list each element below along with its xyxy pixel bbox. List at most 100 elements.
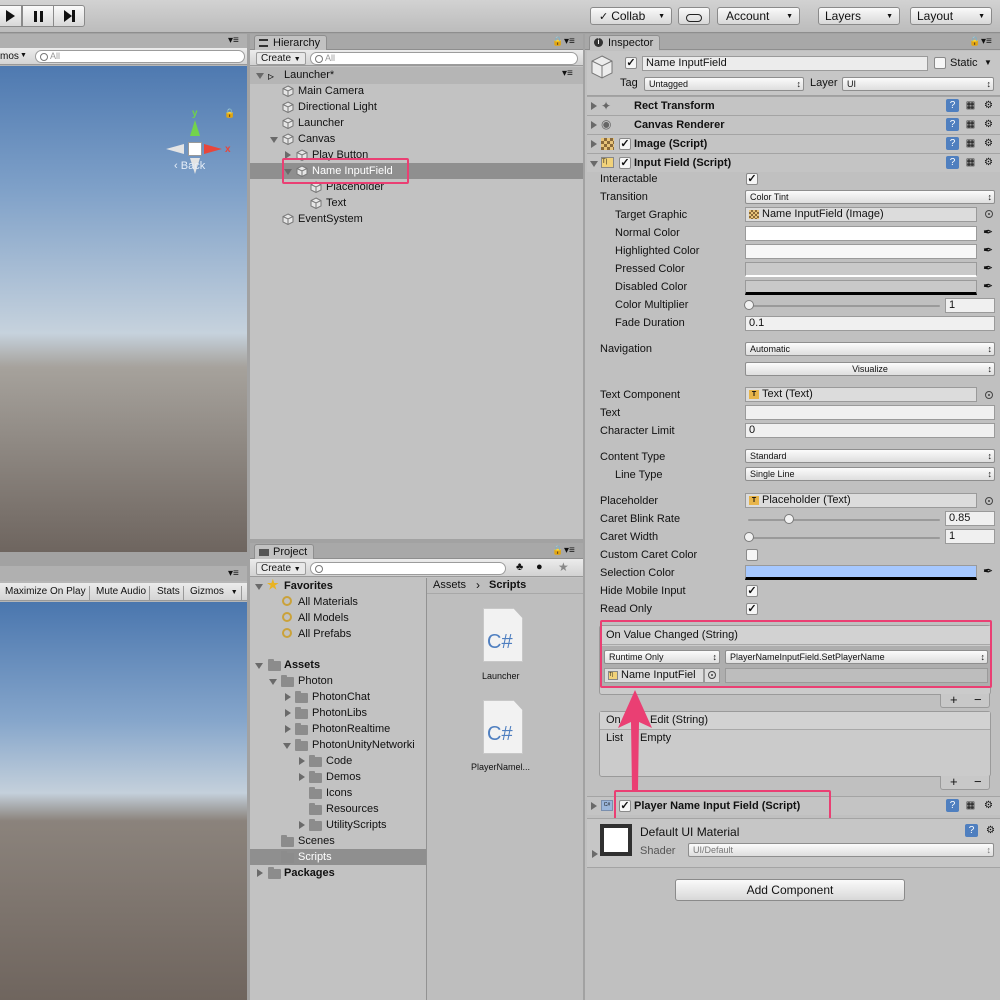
layers-button[interactable]: Layers ▼ [818, 7, 900, 25]
hierarchy-item-launcher[interactable]: Launcher [250, 115, 583, 131]
folder-photon[interactable]: Photon [250, 673, 426, 689]
expand-arrow-icon[interactable] [591, 121, 597, 129]
lock-icon[interactable]: 🔒 [552, 36, 563, 47]
object-picker-icon[interactable] [985, 497, 993, 505]
content-type-dropdown[interactable]: Standard [745, 449, 995, 463]
cloud-button[interactable] [678, 7, 710, 25]
mute-audio-toggle[interactable]: Mute Audio [93, 586, 151, 600]
hierarchy-item-directional-light[interactable]: Directional Light [250, 99, 583, 115]
game-view[interactable]: ▾≡ Maximize On Play Mute Audio Stats Giz… [0, 566, 247, 1000]
expand-arrow-icon[interactable] [283, 743, 291, 749]
eyedropper-icon[interactable]: ✒ [983, 261, 995, 275]
gear-icon[interactable]: ⚙ [982, 137, 995, 150]
favorite-all-models[interactable]: All Models [250, 610, 426, 626]
preset-icon[interactable]: ▦ [964, 156, 977, 169]
highlighted-color-swatch[interactable] [745, 244, 977, 259]
minus-icon[interactable]: − [974, 774, 982, 789]
component-rect-transform[interactable]: ✦ Rect Transform ? ▦ ⚙ [587, 96, 1000, 115]
gear-icon[interactable]: ⚙ [982, 156, 995, 169]
folder-demos[interactable]: Demos [250, 769, 426, 785]
scene-search[interactable]: All [35, 50, 245, 63]
read-only-checkbox[interactable]: ✓ [746, 603, 758, 615]
help-icon[interactable]: ? [946, 137, 959, 150]
navigation-dropdown[interactable]: Automatic [745, 342, 995, 356]
folder-code[interactable]: Code [250, 753, 426, 769]
text-field[interactable] [745, 405, 995, 420]
preset-icon[interactable]: ▦ [964, 118, 977, 131]
menu-icon[interactable]: ▾≡ [981, 36, 992, 47]
folder-resources[interactable]: Resources [250, 801, 426, 817]
expand-arrow-icon[interactable] [285, 693, 291, 701]
pause-button[interactable] [22, 5, 54, 27]
layer-dropdown[interactable]: UI [842, 77, 994, 91]
folder-photonchat[interactable]: PhotonChat [250, 689, 426, 705]
help-icon[interactable]: ? [946, 118, 959, 131]
image-enabled-checkbox[interactable]: ✓ [619, 138, 631, 150]
hierarchy-item-text[interactable]: Text [250, 195, 583, 211]
expand-arrow-icon[interactable] [285, 709, 291, 717]
favorite-all-materials[interactable]: All Materials [250, 594, 426, 610]
expand-arrow-icon[interactable] [299, 821, 305, 829]
component-canvas-renderer[interactable]: ◉ Canvas Renderer ? ▦ ⚙ [587, 115, 1000, 134]
menu-icon[interactable]: ▾≡ [564, 545, 575, 556]
folder-scenes[interactable]: Scenes [250, 833, 426, 849]
normal-color-swatch[interactable] [745, 226, 977, 241]
hide-mobile-input-checkbox[interactable]: ✓ [746, 585, 758, 597]
menu-icon[interactable]: ▾≡ [228, 568, 239, 579]
expand-arrow-icon[interactable] [592, 850, 598, 858]
eyedropper-icon[interactable]: ✒ [983, 225, 995, 239]
maximize-on-play-toggle[interactable]: Maximize On Play [2, 586, 90, 600]
dropdown-arrow-icon[interactable]: ▼ [984, 58, 992, 67]
gear-icon[interactable]: ⚙ [982, 799, 995, 812]
help-icon[interactable]: ? [946, 799, 959, 812]
filter-label-icon[interactable]: ● [536, 561, 543, 573]
menu-icon[interactable]: ▾≡ [228, 35, 239, 46]
hierarchy-item-main-camera[interactable]: Main Camera [250, 83, 583, 99]
eyedropper-icon[interactable]: ✒ [983, 279, 995, 293]
menu-icon[interactable]: ▾≡ [564, 36, 575, 47]
tab-project[interactable]: Project [254, 544, 315, 559]
object-name-field[interactable]: Name InputField [642, 56, 928, 71]
asset-playername[interactable]: C# PlayerNamel... [467, 700, 543, 780]
component-input-field[interactable]: T| ✓ Input Field (Script) ? ▦ ⚙ [587, 153, 1000, 172]
static-checkbox[interactable] [934, 57, 946, 69]
add-component-button[interactable]: Add Component [675, 879, 905, 901]
custom-caret-color-checkbox[interactable] [746, 549, 758, 561]
hierarchy-scene-row[interactable]: ▹ Launcher* ▾≡ [250, 67, 583, 84]
help-icon[interactable]: ? [946, 99, 959, 112]
target-graphic-field[interactable]: Name InputField (Image) [745, 207, 977, 222]
expand-arrow-icon[interactable] [299, 757, 305, 765]
folder-icons[interactable]: Icons [250, 785, 426, 801]
plus-icon[interactable]: + [950, 692, 958, 707]
lock-icon[interactable]: 🔒 [552, 545, 563, 556]
folder-utilityscripts[interactable]: UtilityScripts [250, 817, 426, 833]
minus-icon[interactable]: − [974, 692, 982, 707]
placeholder-field[interactable]: T Placeholder (Text) [745, 493, 977, 508]
tab-inspector[interactable]: i Inspector [589, 35, 661, 50]
lock-icon[interactable]: 🔒 [224, 108, 235, 119]
expand-arrow-icon[interactable] [255, 584, 263, 590]
tag-dropdown[interactable]: Untagged [644, 77, 804, 91]
folder-photonrealtime[interactable]: PhotonRealtime [250, 721, 426, 737]
line-type-dropdown[interactable]: Single Line [745, 467, 995, 481]
input-field-enabled-checkbox[interactable]: ✓ [619, 157, 631, 169]
collab-button[interactable]: ✓ Collab ▼ [590, 7, 672, 25]
account-button[interactable]: Account ▼ [717, 7, 800, 25]
visualize-button[interactable]: Visualize [745, 362, 995, 376]
character-limit-field[interactable]: 0 [745, 423, 995, 438]
expand-arrow-icon[interactable] [590, 161, 598, 167]
expand-arrow-icon[interactable] [285, 725, 291, 733]
selection-color-swatch[interactable] [745, 565, 977, 580]
preset-icon[interactable]: ▦ [964, 799, 977, 812]
transition-dropdown[interactable]: Color Tint [745, 190, 995, 204]
color-multiplier-slider[interactable] [748, 305, 940, 307]
expand-arrow-icon[interactable] [256, 73, 264, 79]
object-picker-icon[interactable] [985, 391, 993, 399]
play-button[interactable] [0, 5, 22, 27]
active-checkbox[interactable]: ✓ [625, 57, 637, 69]
caret-width-field[interactable]: 1 [945, 529, 995, 544]
fade-duration-field[interactable]: 0.1 [745, 316, 995, 331]
shader-dropdown[interactable]: UI/Default [688, 843, 994, 857]
help-icon[interactable]: ? [965, 824, 978, 837]
step-button[interactable] [53, 5, 85, 27]
